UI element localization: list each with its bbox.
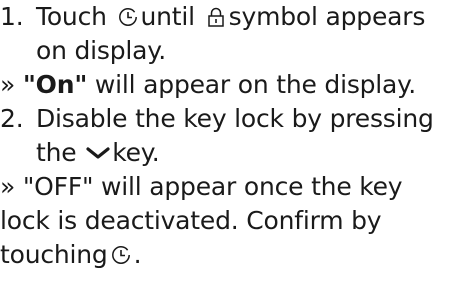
clock-icon	[111, 245, 131, 265]
chevron-down-icon	[86, 146, 110, 160]
step-2-line-1: 2. Disable the key lock by pressing	[0, 102, 459, 136]
step-number: 2.	[0, 104, 24, 133]
instruction-text: y 1.Touch until symbol appears on displa…	[0, 0, 459, 272]
on-status: "On"	[22, 70, 88, 99]
step-2-line-2: the key.	[36, 138, 160, 167]
step-1-line-1: 1. Touch until symbol appears	[0, 0, 459, 34]
lock-icon	[206, 7, 226, 27]
step-number: 1.	[0, 2, 24, 31]
result-off-line-1: » "OFF" will appear once the key	[0, 172, 403, 201]
clock-icon	[118, 7, 138, 27]
result-off-line-2: lock is deactivated. Confirm by	[0, 206, 382, 235]
result-off-line-3: touching .	[0, 240, 142, 269]
step-1-line-2: on display.	[36, 36, 167, 65]
result-on-line: » "On" will appear on the display.	[0, 70, 416, 99]
